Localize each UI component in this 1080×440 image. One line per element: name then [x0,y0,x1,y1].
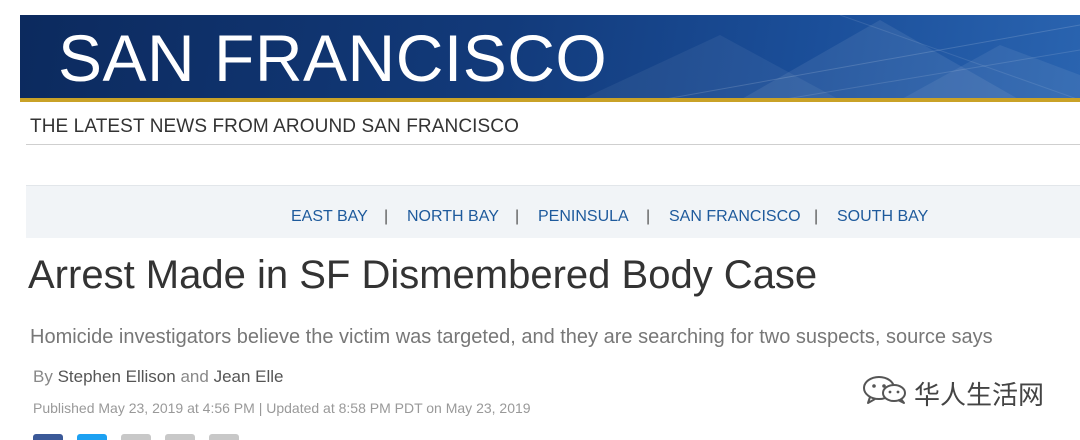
nav-separator: | [646,208,651,225]
nav-separator: | [515,208,520,225]
byline-conjunction: and [180,367,209,386]
masthead-accent-bar [20,98,1080,102]
masthead-tagline: THE LATEST NEWS FROM AROUND SAN FRANCISC… [30,116,519,137]
nav-separator: | [384,208,389,225]
nav-item-north-bay[interactable]: NORTH BAY [407,208,499,226]
masthead-banner[interactable]: SAN FRANCISCO [20,15,1080,100]
nav-item-east-bay[interactable]: EAST BAY [291,208,368,226]
nav-item-south-bay[interactable]: SOUTH BAY [837,208,928,226]
byline-prefix: By [33,367,53,386]
nav-item-san-francisco[interactable]: SAN FRANCISCO [669,208,801,226]
region-nav-bar: EAST BAY | NORTH BAY | PENINSULA | SAN F… [26,185,1080,238]
facebook-icon[interactable] [33,434,63,440]
article-headline: Arrest Made in SF Dismembered Body Case [28,253,818,297]
article-byline: By Stephen Ellison and Jean Elle [33,367,284,387]
masthead-title[interactable]: SAN FRANCISCO [58,21,607,95]
nav-separator: | [814,208,819,225]
twitter-icon[interactable] [77,434,107,440]
wechat-icon [863,376,906,404]
print-icon[interactable] [209,434,239,440]
nav-item-peninsula[interactable]: PENINSULA [538,208,629,226]
share-icon[interactable] [121,434,151,440]
watermark-text: 华人生活网 [914,381,1045,411]
author-link-1[interactable]: Stephen Ellison [58,367,176,386]
divider [26,144,1080,145]
email-icon[interactable] [165,434,195,440]
article-dek: Homicide investigators believe the victi… [30,326,993,348]
article-dateline: Published May 23, 2019 at 4:56 PM | Upda… [33,400,531,416]
author-link-2[interactable]: Jean Elle [214,367,284,386]
